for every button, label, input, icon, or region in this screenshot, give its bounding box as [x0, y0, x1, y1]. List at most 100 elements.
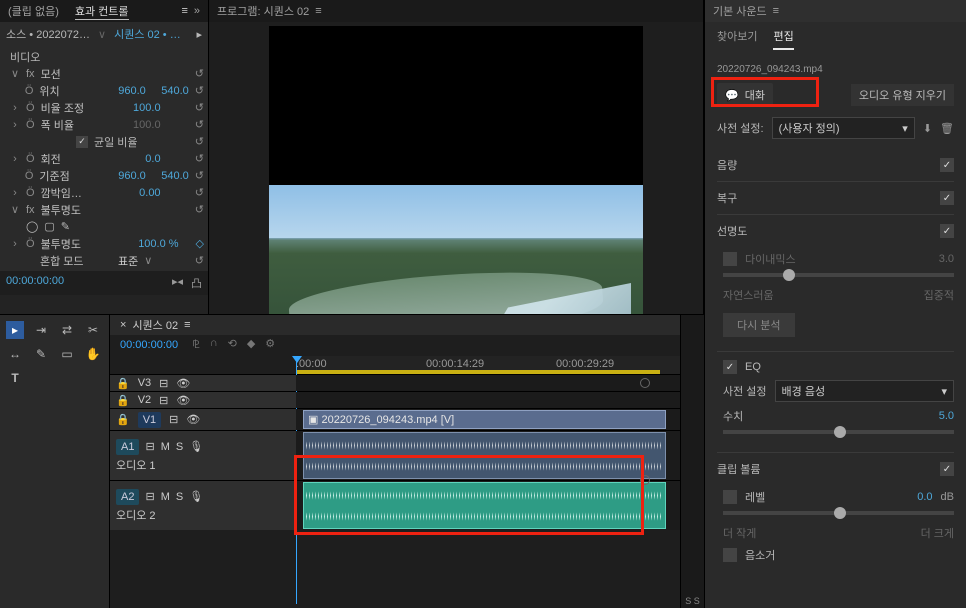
rect-tool[interactable]: ▭ — [58, 345, 76, 363]
scale-value[interactable]: 100.0 — [119, 102, 161, 114]
mute-label: 음소거 — [745, 547, 775, 563]
prop-scale-width: 폭 비율 — [41, 117, 113, 133]
voice-icon[interactable]: 🎙 — [189, 440, 203, 453]
uniform-scale-checkbox[interactable] — [76, 136, 88, 148]
mute-button[interactable]: M — [161, 441, 170, 453]
audio-clip-a2[interactable] — [303, 482, 666, 529]
mask-ellipse-icon[interactable]: ◯ — [26, 220, 38, 233]
reanalyze-button[interactable]: 다시 분석 — [723, 313, 795, 337]
chevron-right-icon[interactable]: » — [194, 5, 200, 17]
tab-edit[interactable]: 편집 — [773, 28, 793, 50]
loudness-checkbox[interactable] — [940, 158, 954, 172]
antiflicker-value[interactable]: 0.00 — [119, 187, 161, 199]
clarity-checkbox[interactable] — [940, 224, 954, 238]
track-target-a2[interactable]: A2 — [116, 489, 139, 505]
tab-noclip[interactable]: (클립 없음) — [8, 3, 59, 19]
pen-tool[interactable]: ✎ — [32, 345, 50, 363]
sequence-crumb[interactable]: 시퀀스 02 • … — [114, 26, 181, 42]
sequence-tab[interactable]: 시퀀스 02 — [132, 317, 178, 333]
position-x[interactable]: 960.0 — [109, 85, 146, 97]
hamburger-icon[interactable]: ≡ — [315, 5, 321, 17]
section-repair[interactable]: 복구 — [717, 190, 737, 206]
timeline-ruler[interactable]: :00:00 00:00:14:29 00:00:29:29 — [296, 356, 680, 374]
tab-effect-controls[interactable]: 효과 컨트롤 — [75, 3, 129, 20]
wrench-icon[interactable]: ⚙ — [265, 337, 275, 352]
level-label: 레벨 — [745, 489, 765, 505]
level-right-label: 더 크게 — [921, 525, 954, 541]
video-clip[interactable]: ▣ 20220726_094243.mp4 [V] — [303, 410, 666, 429]
marker-icon[interactable]: ◆ — [247, 337, 255, 352]
opacity-value[interactable]: 100.0 % — [119, 238, 179, 250]
section-clarity[interactable]: 선명도 — [717, 223, 747, 239]
dynamics-right-label: 집중적 — [924, 287, 954, 303]
amount-slider[interactable] — [723, 430, 954, 434]
track-target-a1[interactable]: A1 — [116, 439, 139, 455]
mute-checkbox[interactable] — [723, 548, 737, 562]
delete-preset-icon[interactable]: 🗑 — [940, 122, 954, 135]
ruler-mark: 00:00:14:29 — [426, 358, 484, 370]
fx-timecode[interactable]: 00:00:00:00 — [6, 275, 64, 291]
dialogue-type-button[interactable]: 💬 대화 — [717, 83, 773, 107]
prop-blend: 혼합 모드 — [40, 253, 112, 269]
snap-icon[interactable]: ⅊ — [192, 337, 200, 352]
play-icon[interactable]: ▸ — [196, 28, 202, 41]
opacity-effect[interactable]: 불투명도 — [41, 202, 113, 218]
magnet-icon[interactable]: ∩ — [210, 337, 218, 352]
repair-checkbox[interactable] — [940, 191, 954, 205]
reset-icon[interactable]: ↺ — [195, 67, 204, 80]
amount-label: 수치 — [723, 408, 743, 424]
hamburger-icon[interactable]: ≡ — [181, 5, 187, 17]
timeline-zoom-circle[interactable] — [640, 378, 650, 388]
audio-clip-a1[interactable] — [303, 432, 666, 479]
solo-button[interactable]: S — [176, 441, 183, 453]
selection-tool[interactable]: ▸ — [6, 321, 24, 339]
fx-wrench-icon[interactable]: ▸◂ — [172, 275, 183, 291]
level-slider[interactable] — [723, 511, 954, 515]
hamburger-icon[interactable]: ≡ — [773, 5, 779, 17]
track-label: 오디오 1 — [116, 457, 156, 473]
rotation-value[interactable]: 0.0 — [119, 153, 161, 165]
download-preset-icon[interactable]: ⬇ — [923, 122, 932, 135]
toggle-eye-icon[interactable]: 👁 — [176, 377, 190, 390]
razor-tool[interactable]: ✂ — [84, 321, 102, 339]
eq-checkbox[interactable] — [723, 360, 737, 374]
motion-effect[interactable]: 모션 — [41, 66, 113, 82]
position-y[interactable]: 540.0 — [152, 85, 189, 97]
dynamics-checkbox[interactable] — [723, 252, 737, 266]
close-tab-icon[interactable]: × — [120, 319, 126, 331]
anchor-y[interactable]: 540.0 — [152, 170, 189, 182]
section-clip-volume[interactable]: 클립 볼륨 — [717, 461, 761, 477]
reset-icon[interactable]: ↺ — [195, 84, 204, 97]
slip-tool[interactable]: ↔ — [6, 345, 24, 363]
mask-rect-icon[interactable]: ▢ — [44, 220, 54, 233]
level-value[interactable]: 0.0 — [917, 491, 932, 503]
hand-tool[interactable]: ✋ — [84, 345, 102, 363]
timeline-zoom-circle[interactable] — [640, 475, 650, 485]
section-loudness[interactable]: 음량 — [717, 157, 737, 173]
level-checkbox[interactable] — [723, 490, 737, 504]
fx-keyframe-icon[interactable]: 凸 — [191, 275, 202, 291]
disclosure-icon[interactable]: › — [10, 102, 20, 114]
dynamics-slider[interactable] — [723, 273, 954, 277]
linked-selection-icon[interactable]: ⟲ — [228, 337, 237, 352]
track-select-tool[interactable]: ⇥ — [32, 321, 50, 339]
track-target-v1[interactable]: V1 — [138, 412, 161, 428]
clip-volume-checkbox[interactable] — [940, 462, 954, 476]
prop-scale: 비율 조정 — [41, 100, 113, 116]
hamburger-icon[interactable]: ≡ — [184, 319, 190, 331]
amount-value[interactable]: 5.0 — [939, 410, 954, 422]
type-tool[interactable]: T — [6, 369, 24, 387]
mask-pen-icon[interactable]: ✎ — [61, 220, 70, 233]
tab-browse[interactable]: 찾아보기 — [717, 28, 757, 50]
stopwatch-icon[interactable]: Ö — [25, 85, 34, 97]
timeline-timecode[interactable]: 00:00:00:00 — [120, 339, 178, 351]
ripple-tool[interactable]: ⇄ — [58, 321, 76, 339]
toggle-output-icon[interactable]: ⊟ — [159, 377, 168, 390]
eq-preset-dropdown[interactable]: 배경 음성▾ — [775, 380, 954, 402]
disclosure-icon[interactable]: ∨ — [10, 67, 20, 80]
blend-value[interactable]: 표준 — [118, 253, 138, 269]
solo-indicators: S S — [681, 596, 704, 606]
clear-audio-type-button[interactable]: 오디오 유형 지우기 — [851, 84, 954, 106]
preset-dropdown[interactable]: (사용자 정의)▾ — [772, 117, 915, 139]
anchor-x[interactable]: 960.0 — [109, 170, 146, 182]
